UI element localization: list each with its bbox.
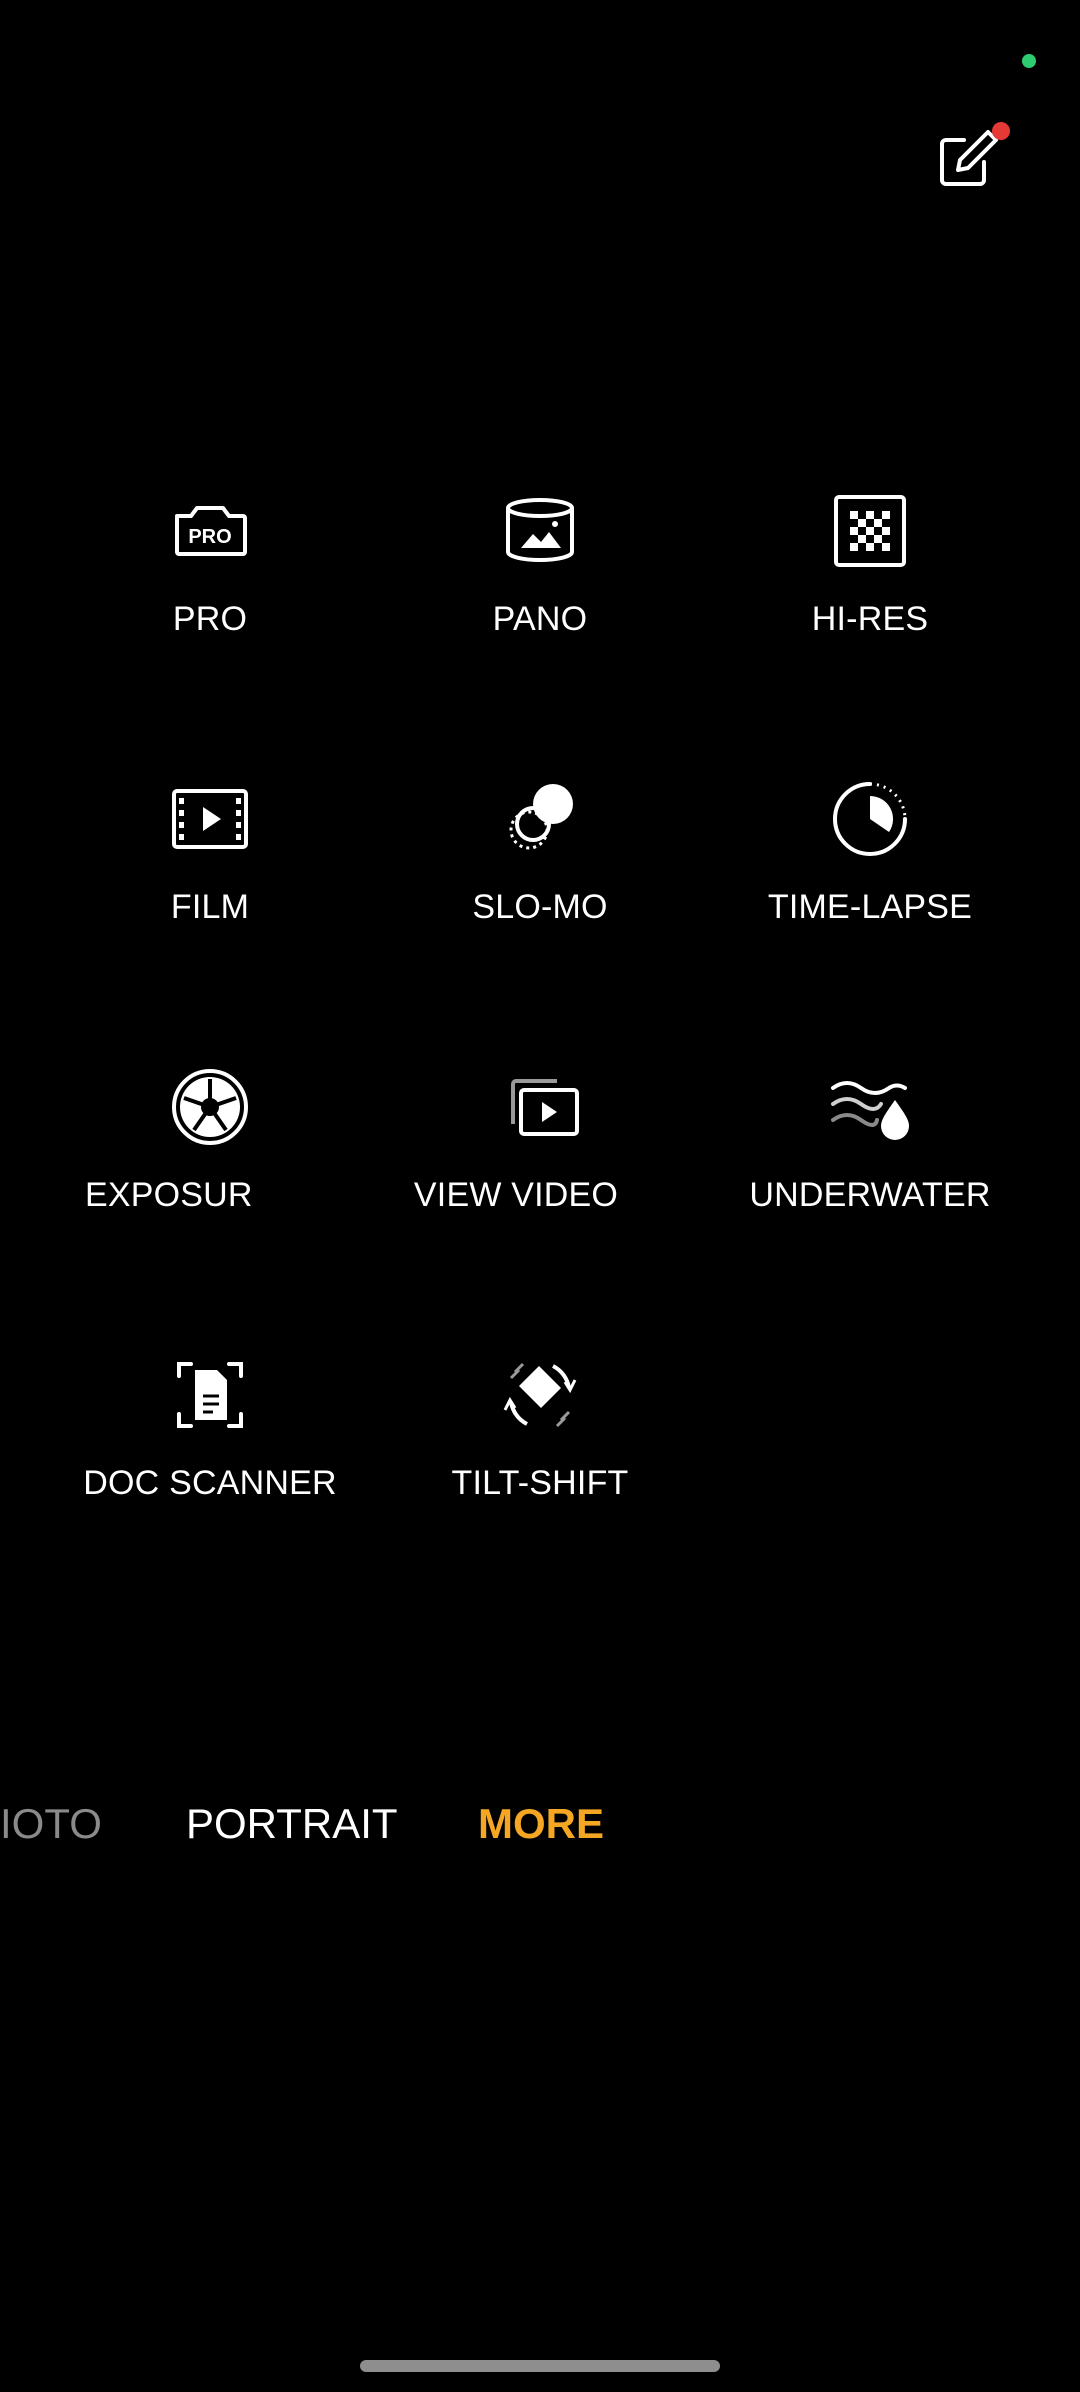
camera-more-modes-screen: PRO PRO PANO HI-RES FILM SLO-MO TIME-LAP…: [0, 0, 1080, 2392]
mode-label: HI-RES: [811, 600, 929, 638]
tab-portrait[interactable]: PORTRAIT: [186, 1800, 398, 1848]
tab-photo[interactable]: IOTO: [0, 1800, 102, 1848]
tilt-shift-icon: [495, 1350, 585, 1440]
mode-label: VIEW VIDEO: [413, 1176, 619, 1214]
mode-tilt-shift[interactable]: TILT-SHIFT: [375, 1350, 705, 1530]
mode-label: SLO-MO: [472, 888, 608, 926]
edit-modes-button[interactable]: [934, 122, 1010, 192]
mode-pro[interactable]: PRO PRO: [45, 486, 375, 666]
aperture-icon: [165, 1062, 255, 1152]
mode-view-video[interactable]: VIEW VIDEO: [375, 1062, 705, 1242]
mode-label: PRO: [172, 600, 248, 638]
privacy-indicator-dot: [1022, 54, 1036, 68]
mode-pano[interactable]: PANO: [375, 486, 705, 666]
notification-badge: [992, 122, 1010, 140]
underwater-icon: [825, 1062, 915, 1152]
mode-label: FILM: [170, 888, 250, 926]
mode-time-lapse[interactable]: TIME-LAPSE: [705, 774, 1035, 954]
mode-label: DOC SCANNER: [83, 1464, 337, 1502]
mode-doc-scanner[interactable]: DOC SCANNER: [45, 1350, 375, 1530]
hi-res-grid-icon: [825, 486, 915, 576]
svg-text:PRO: PRO: [188, 526, 231, 548]
mode-label: UNDERWATER: [749, 1176, 991, 1214]
time-lapse-icon: [825, 774, 915, 864]
film-icon: [165, 774, 255, 864]
mode-exposure[interactable]: EXPOSURE: [45, 1062, 375, 1242]
mode-label: TILT-SHIFT: [451, 1464, 629, 1502]
document-scanner-icon: [165, 1350, 255, 1440]
tab-more[interactable]: MORE: [478, 1800, 604, 1848]
video-playback-icon: [495, 1062, 585, 1152]
slow-motion-icon: [495, 774, 585, 864]
pro-camera-icon: PRO: [165, 486, 255, 576]
mode-label: TIME-LAPSE: [767, 888, 973, 926]
panorama-icon: [495, 486, 585, 576]
mode-label: EXPOSURE: [85, 1176, 255, 1214]
mode-hi-res[interactable]: HI-RES: [705, 486, 1035, 666]
mode-slo-mo[interactable]: SLO-MO: [375, 774, 705, 954]
mode-label: PANO: [492, 600, 588, 638]
mode-film[interactable]: FILM: [45, 774, 375, 954]
mode-underwater[interactable]: UNDERWATER: [705, 1062, 1035, 1242]
home-indicator[interactable]: [360, 2360, 720, 2372]
mode-switcher-bar: IOTO PORTRAIT MORE: [0, 1800, 1080, 1870]
